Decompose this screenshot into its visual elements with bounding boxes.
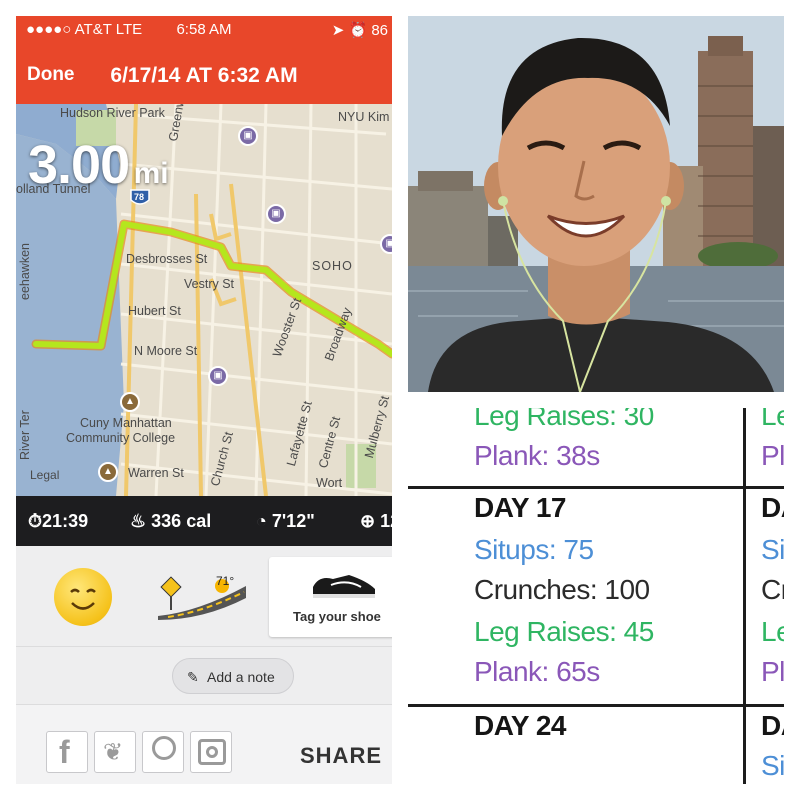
- alarm-icon: ⏰: [348, 22, 368, 39]
- camera-lens: [206, 746, 218, 758]
- map-label-worth: Wort: [316, 476, 343, 490]
- map-label-n-moore: N Moore St: [134, 344, 198, 358]
- map-label-soho: SOHO: [312, 259, 353, 273]
- tag-shoe-label: Tag your shoe: [293, 609, 381, 624]
- extra-stat: ⊕ 12: [360, 511, 392, 532]
- temperature-badge: 71°: [216, 574, 235, 588]
- flame-icon: ♨: [130, 511, 147, 531]
- workout-plan-table: Leg Raises: 30 Plank: 38s Le Pl DAY 17 S…: [408, 408, 784, 784]
- subway-icon: ▣: [238, 126, 258, 146]
- twitter-share-button[interactable]: ❦: [94, 731, 136, 773]
- stats-bar: ⏱21:39 ♨ 336 cal ◔ 7'12" ⊕ 12: [16, 496, 392, 546]
- map-label-warren: Warren St: [128, 466, 184, 480]
- sneaker-icon: [313, 575, 375, 598]
- extra-value: 12: [380, 511, 392, 531]
- table-divider: [408, 704, 784, 707]
- status-bar: ●●●●○ AT&T LTE 6:58 AM ➤ ⏰ 86: [16, 16, 392, 42]
- day-17-situps: Situps: 75: [474, 534, 594, 565]
- pinterest-icon: [152, 736, 176, 760]
- route-map[interactable]: Hudson River Park olland Tunnel Greenwic…: [16, 104, 392, 496]
- share-row: f ❦ SHARE: [16, 704, 392, 784]
- day-17-header: DAY 17: [474, 492, 566, 523]
- duration-stat: ⏱21:39: [28, 511, 88, 532]
- table-cell-leg-raises-prev: Leg Raises: 30: [474, 408, 654, 431]
- day-17-plank: Plank: 65s: [474, 656, 600, 687]
- map-label-desbrosses: Desbrosses St: [126, 252, 208, 266]
- nike-run-screenshot: ●●●●○ AT&T LTE 6:58 AM ➤ ⏰ 86 Done 6/17/…: [16, 16, 392, 784]
- selfie-illustration: [408, 16, 784, 392]
- day-17-leg-raises: Leg Raises: 45: [474, 616, 654, 647]
- status-right: ➤ ⏰ 86: [332, 21, 388, 39]
- duration-value: 21:39: [42, 511, 89, 531]
- subway-icon: ▣: [208, 366, 228, 386]
- nav-bar: Done 6/17/14 AT 6:32 AM: [16, 42, 392, 104]
- map-label-community-college: Community College: [66, 431, 176, 445]
- table-column-divider: [743, 408, 746, 784]
- distance-unit: mi: [133, 157, 169, 190]
- run-tags-row: 71° Tag your shoe: [16, 546, 392, 646]
- table-cell-right-leg-prev: Le: [761, 408, 784, 431]
- page-title: 6/17/14 AT 6:32 AM: [110, 64, 298, 87]
- day-next-leg-raises: Le: [761, 616, 784, 647]
- day-next-situps: Si: [761, 534, 784, 565]
- add-note-label: Add a note: [207, 669, 275, 685]
- twitter-icon: ❦: [103, 739, 124, 766]
- table-divider: [408, 486, 784, 489]
- road-terrain-icon[interactable]: [158, 576, 248, 625]
- location-icon: ➤: [331, 22, 345, 39]
- table-cell-plank-prev: Plank: 38s: [474, 440, 600, 471]
- map-label-cuny: Cuny Manhattan: [80, 416, 172, 430]
- plus-circle-icon: ⊕: [360, 511, 376, 531]
- smiley-mood-icon[interactable]: [54, 568, 112, 626]
- table-cell-right-plank-prev: Pl: [761, 440, 784, 471]
- gauge-icon: ◔: [256, 511, 267, 531]
- note-row: ✎ Add a note: [16, 646, 392, 704]
- day-next-header: DA: [761, 492, 784, 523]
- school-icon: ▲: [120, 392, 140, 412]
- day-24-header: DAY 24: [474, 710, 566, 741]
- calories-value: 336 cal: [151, 511, 212, 531]
- battery-percent: 86: [371, 22, 388, 39]
- day-next-header-2: DA: [761, 710, 784, 741]
- instagram-share-button[interactable]: [190, 731, 232, 773]
- map-label-weehawken: eehawken: [18, 243, 32, 300]
- subway-icon: ▣: [266, 204, 286, 224]
- terrain-graphic: [158, 576, 246, 620]
- share-button[interactable]: SHARE: [300, 743, 382, 769]
- edit-icon: ✎: [187, 669, 199, 685]
- facebook-share-button[interactable]: f: [46, 731, 88, 773]
- map-legal-link[interactable]: Legal: [30, 468, 59, 482]
- map-label-hubert: Hubert St: [128, 304, 181, 318]
- day-next-crunches: Cr: [761, 574, 784, 605]
- map-label-river-ter: River Ter: [18, 410, 32, 460]
- calories-stat: ♨ 336 cal: [130, 511, 211, 532]
- day-17-crunches: Crunches: 100: [474, 574, 650, 605]
- pace-value: 7'12": [271, 511, 315, 531]
- map-label-hudson-park: Hudson River Park: [60, 106, 165, 120]
- smiley-face: [70, 588, 96, 610]
- pace-stat: ◔ 7'12": [256, 511, 315, 532]
- distance-display: 3.00 mi: [28, 134, 169, 196]
- pinterest-share-button[interactable]: [142, 731, 184, 773]
- school-icon: ▲: [98, 462, 118, 482]
- selfie-photo: [408, 16, 784, 392]
- map-label-nyu: NYU Kim: [338, 110, 390, 124]
- day-next-situps-2: Si: [761, 750, 784, 781]
- distance-value: 3.00: [28, 135, 130, 195]
- map-label-vestry: Vestry St: [184, 277, 235, 291]
- add-note-button[interactable]: ✎ Add a note: [172, 658, 294, 694]
- stopwatch-icon: ⏱: [28, 511, 43, 531]
- tag-shoe-button[interactable]: Tag your shoe: [269, 557, 392, 637]
- facebook-icon: f: [59, 734, 70, 770]
- day-next-plank: Pl: [761, 656, 784, 687]
